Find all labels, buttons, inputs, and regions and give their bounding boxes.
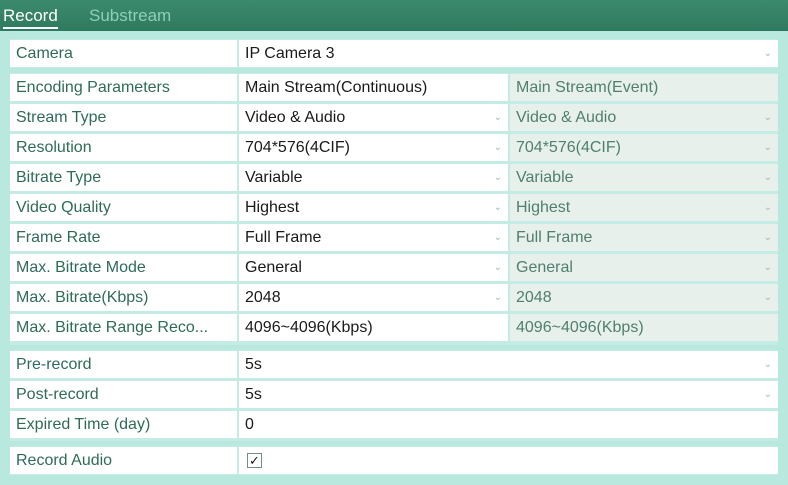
max-bitrate-event-select: 2048 ⌄ [510,284,778,311]
expired-time-input[interactable]: 0 [239,411,778,438]
record-audio-field: ✓ [239,447,778,474]
record-audio-row: Record Audio ✓ [10,447,778,474]
chevron-down-icon: ⌄ [763,292,772,303]
frame-rate-row: Frame Rate Full Frame ⌄ Full Frame ⌄ [10,224,778,251]
chevron-down-icon: ⌄ [493,142,502,153]
video-quality-row: Video Quality Highest ⌄ Highest ⌄ [10,194,778,221]
video-quality-continuous-select[interactable]: Highest ⌄ [239,194,508,221]
frame-rate-continuous-select[interactable]: Full Frame ⌄ [239,224,508,251]
chevron-down-icon: ⌄ [493,112,502,123]
checkmark-icon: ✓ [249,453,260,468]
frame-rate-event-select: Full Frame ⌄ [510,224,778,251]
max-bitrate-mode-continuous-value: General [245,259,302,276]
chevron-down-icon: ⌄ [763,389,772,400]
camera-select[interactable]: IP Camera 3 ⌄ [239,40,778,67]
chevron-down-icon: ⌄ [493,202,502,213]
video-quality-event-value: Highest [516,199,571,216]
max-bitrate-mode-label: Max. Bitrate Mode [10,254,237,281]
record-audio-label: Record Audio [10,447,237,474]
max-bitrate-continuous-select[interactable]: 2048 ⌄ [239,284,508,311]
bitrate-type-continuous-value: Variable [245,169,303,186]
max-bitrate-range-continuous-value: 4096~4096(Kbps) [239,314,508,341]
chevron-down-icon: ⌄ [763,172,772,183]
max-bitrate-mode-event-select: General ⌄ [510,254,778,281]
camera-label: Camera [10,40,237,67]
max-bitrate-mode-row: Max. Bitrate Mode General ⌄ General ⌄ [10,254,778,281]
stream-type-label: Stream Type [10,104,237,131]
pre-record-row: Pre-record 5s ⌄ [10,351,778,378]
resolution-event-value: 704*576(4CIF) [516,139,621,156]
encoding-header-row: Encoding Parameters Main Stream(Continuo… [10,74,778,101]
post-record-label: Post-record [10,381,237,408]
post-record-row: Post-record 5s ⌄ [10,381,778,408]
resolution-event-select: 704*576(4CIF) ⌄ [510,134,778,161]
chevron-down-icon: ⌄ [493,292,502,303]
chevron-down-icon: ⌄ [493,262,502,273]
record-audio-checkbox[interactable]: ✓ [247,453,262,468]
chevron-down-icon: ⌄ [493,232,502,243]
max-bitrate-range-label: Max. Bitrate Range Reco... [10,314,237,341]
post-record-select[interactable]: 5s ⌄ [239,381,778,408]
encoding-panel: Encoding Parameters Main Stream(Continuo… [10,73,778,345]
stream-type-event-value: Video & Audio [516,109,617,126]
camera-panel: Camera IP Camera 3 ⌄ [10,39,778,68]
max-bitrate-mode-continuous-select[interactable]: General ⌄ [239,254,508,281]
max-bitrate-label: Max. Bitrate(Kbps) [10,284,237,311]
main-stream-continuous-header: Main Stream(Continuous) [239,74,508,101]
expired-time-label: Expired Time (day) [10,411,237,438]
resolution-continuous-value: 704*576(4CIF) [245,139,350,156]
max-bitrate-row: Max. Bitrate(Kbps) 2048 ⌄ 2048 ⌄ [10,284,778,311]
bitrate-type-label: Bitrate Type [10,164,237,191]
pre-record-value: 5s [245,356,262,373]
chevron-down-icon: ⌄ [763,202,772,213]
stream-type-row: Stream Type Video & Audio ⌄ Video & Audi… [10,104,778,131]
chevron-down-icon: ⌄ [493,172,502,183]
max-bitrate-range-row: Max. Bitrate Range Reco... 4096~4096(Kbp… [10,314,778,341]
encoding-parameters-label: Encoding Parameters [10,74,237,101]
tab-substream[interactable]: Substream [89,6,171,26]
bitrate-type-event-select: Variable ⌄ [510,164,778,191]
max-bitrate-range-event-value: 4096~4096(Kbps) [510,314,778,341]
tab-bar: Record Substream [0,0,788,31]
tab-record[interactable]: Record [3,6,58,29]
video-quality-label: Video Quality [10,194,237,221]
bitrate-type-event-value: Variable [516,169,574,186]
stream-type-event-select: Video & Audio ⌄ [510,104,778,131]
post-record-value: 5s [245,386,262,403]
resolution-row: Resolution 704*576(4CIF) ⌄ 704*576(4CIF)… [10,134,778,161]
resolution-continuous-select[interactable]: 704*576(4CIF) ⌄ [239,134,508,161]
frame-rate-label: Frame Rate [10,224,237,251]
chevron-down-icon: ⌄ [763,142,772,153]
record-audio-panel: Record Audio ✓ [10,446,778,475]
video-quality-event-select: Highest ⌄ [510,194,778,221]
frame-rate-event-value: Full Frame [516,229,593,246]
pre-record-label: Pre-record [10,351,237,378]
frame-rate-continuous-value: Full Frame [245,229,322,246]
max-bitrate-event-value: 2048 [516,289,552,306]
main-stream-event-header: Main Stream(Event) [510,74,778,101]
stream-type-continuous-value: Video & Audio [245,109,346,126]
chevron-down-icon: ⌄ [763,232,772,243]
camera-value: IP Camera 3 [245,45,335,62]
chevron-down-icon: ⌄ [763,262,772,273]
bitrate-type-row: Bitrate Type Variable ⌄ Variable ⌄ [10,164,778,191]
stream-type-continuous-select[interactable]: Video & Audio ⌄ [239,104,508,131]
video-quality-continuous-value: Highest [245,199,300,216]
bitrate-type-continuous-select[interactable]: Variable ⌄ [239,164,508,191]
resolution-label: Resolution [10,134,237,161]
max-bitrate-mode-event-value: General [516,259,573,276]
max-bitrate-continuous-value: 2048 [245,289,281,306]
expired-time-row: Expired Time (day) 0 [10,411,778,438]
chevron-down-icon: ⌄ [763,112,772,123]
record-options-panel: Pre-record 5s ⌄ Post-record 5s ⌄ Expired… [10,350,778,441]
pre-record-select[interactable]: 5s ⌄ [239,351,778,378]
chevron-down-icon: ⌄ [763,48,772,59]
chevron-down-icon: ⌄ [763,359,772,370]
